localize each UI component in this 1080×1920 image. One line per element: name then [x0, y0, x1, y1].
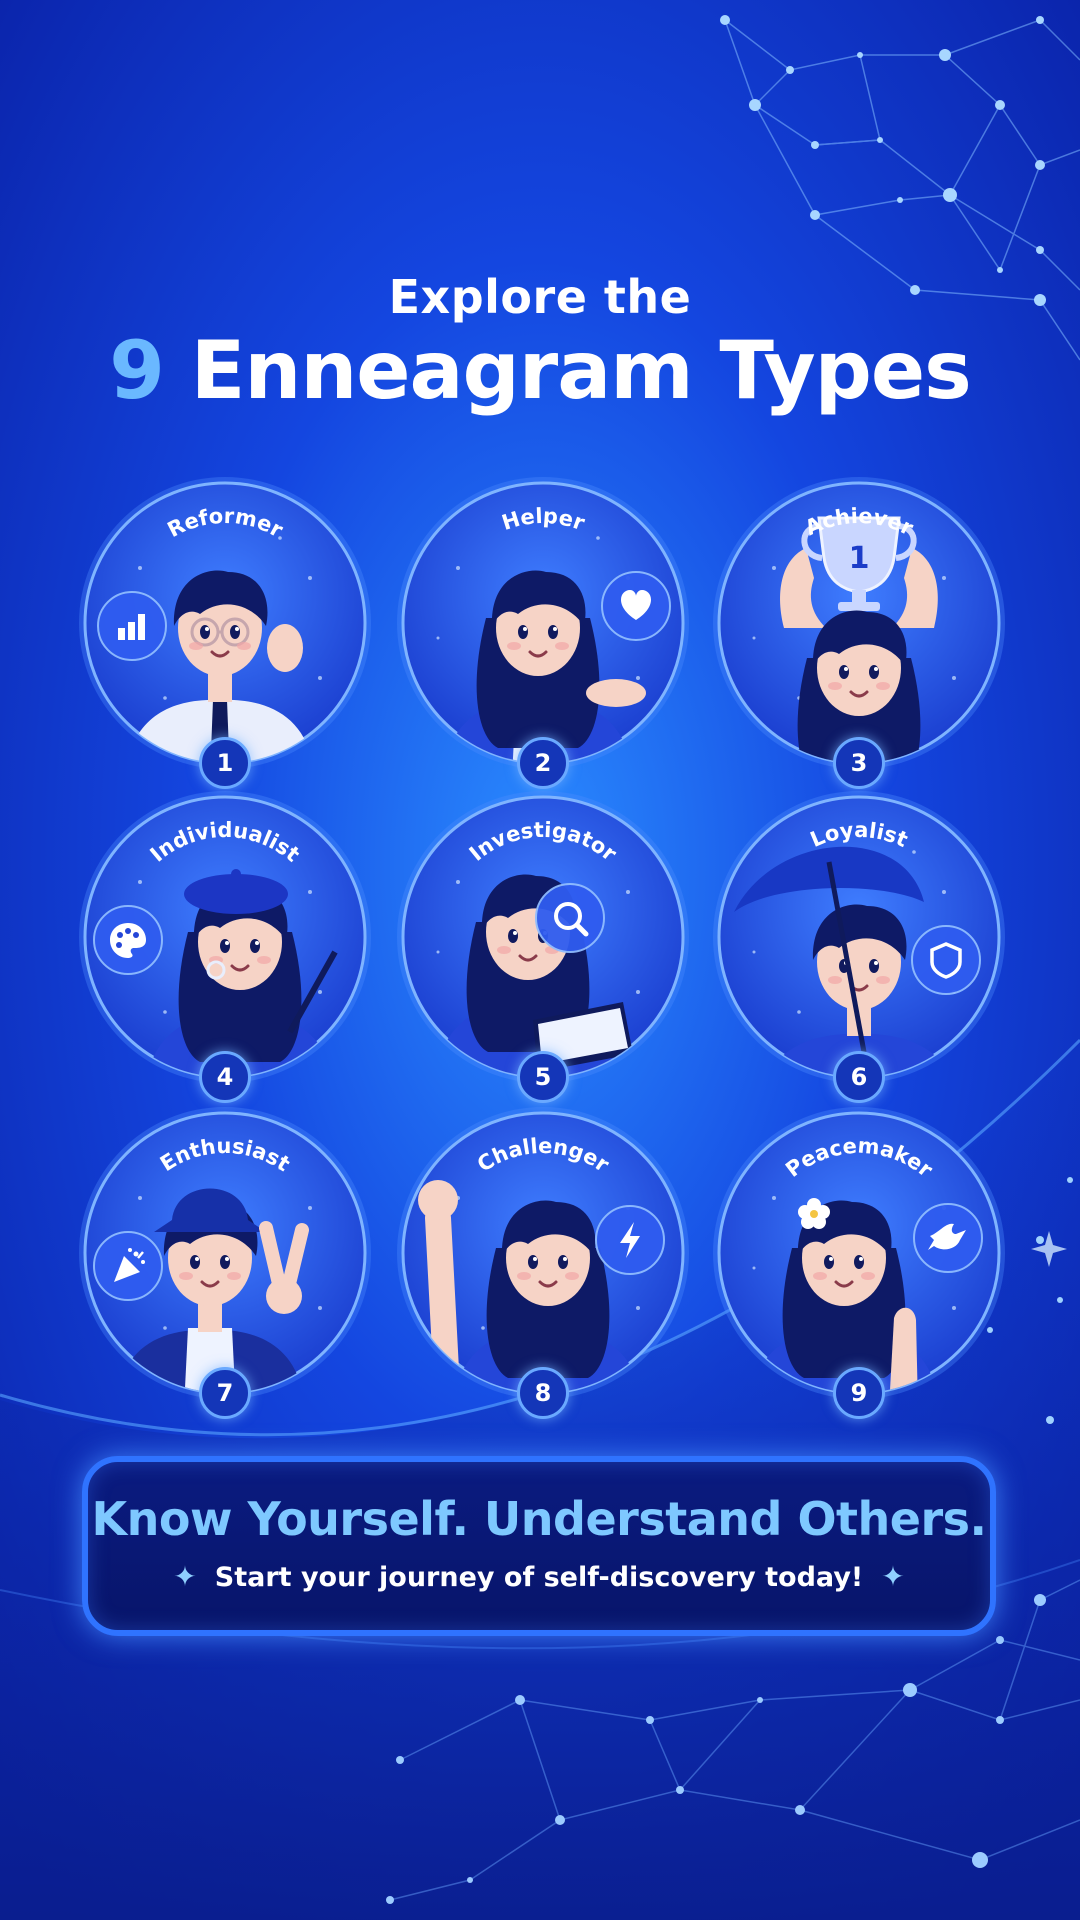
- palette-icon: [93, 905, 163, 975]
- type-card-individualist[interactable]: Individualist 4: [79, 791, 371, 1103]
- cta-subline-row: ✦ Start your journey of self-discovery to…: [88, 1560, 990, 1593]
- type-card-helper[interactable]: Helper 2: [397, 477, 689, 789]
- lightning-icon: [595, 1205, 665, 1275]
- magnifier-icon: [535, 883, 605, 953]
- cta-headline: Know Yourself. Understand Others.: [91, 1492, 987, 1546]
- type-number-badge: 2: [517, 737, 569, 789]
- sparkle-left-icon: ✦: [173, 1560, 197, 1593]
- shield-icon: [911, 925, 981, 995]
- type-card-reformer[interactable]: Reformer 1: [79, 477, 371, 789]
- type-number-badge: 9: [833, 1367, 885, 1419]
- type-number-badge: 8: [517, 1367, 569, 1419]
- type-card-enthusiast[interactable]: Enthusiast 7: [79, 1107, 371, 1419]
- svg-text:1: 1: [849, 541, 870, 576]
- heart-icon: [601, 571, 671, 641]
- type-card-loyalist[interactable]: Loyalist 6: [713, 791, 1005, 1103]
- type-number-badge: 4: [199, 1051, 251, 1103]
- type-card-peacemaker[interactable]: Peacemaker 9: [713, 1107, 1005, 1419]
- type-number-badge: 1: [199, 737, 251, 789]
- sparkle-right-icon: ✦: [881, 1560, 905, 1593]
- type-number-badge: 7: [199, 1367, 251, 1419]
- cta-subline: Start your journey of self-discovery tod…: [214, 1562, 864, 1593]
- type-number-badge: 5: [517, 1051, 569, 1103]
- type-card-challenger[interactable]: Challenger 8: [397, 1107, 689, 1419]
- type-card-investigator[interactable]: Investigator 5: [397, 791, 689, 1103]
- type-card-achiever[interactable]: 1 Achiever 3: [713, 477, 1005, 789]
- type-number-badge: 6: [833, 1051, 885, 1103]
- bar-chart-icon: [97, 591, 167, 661]
- party-popper-icon: [93, 1231, 163, 1301]
- dove-icon: [913, 1203, 983, 1273]
- cta-panel[interactable]: Know Yourself. Understand Others. ✦ Start…: [82, 1456, 996, 1636]
- type-number-badge: 3: [833, 737, 885, 789]
